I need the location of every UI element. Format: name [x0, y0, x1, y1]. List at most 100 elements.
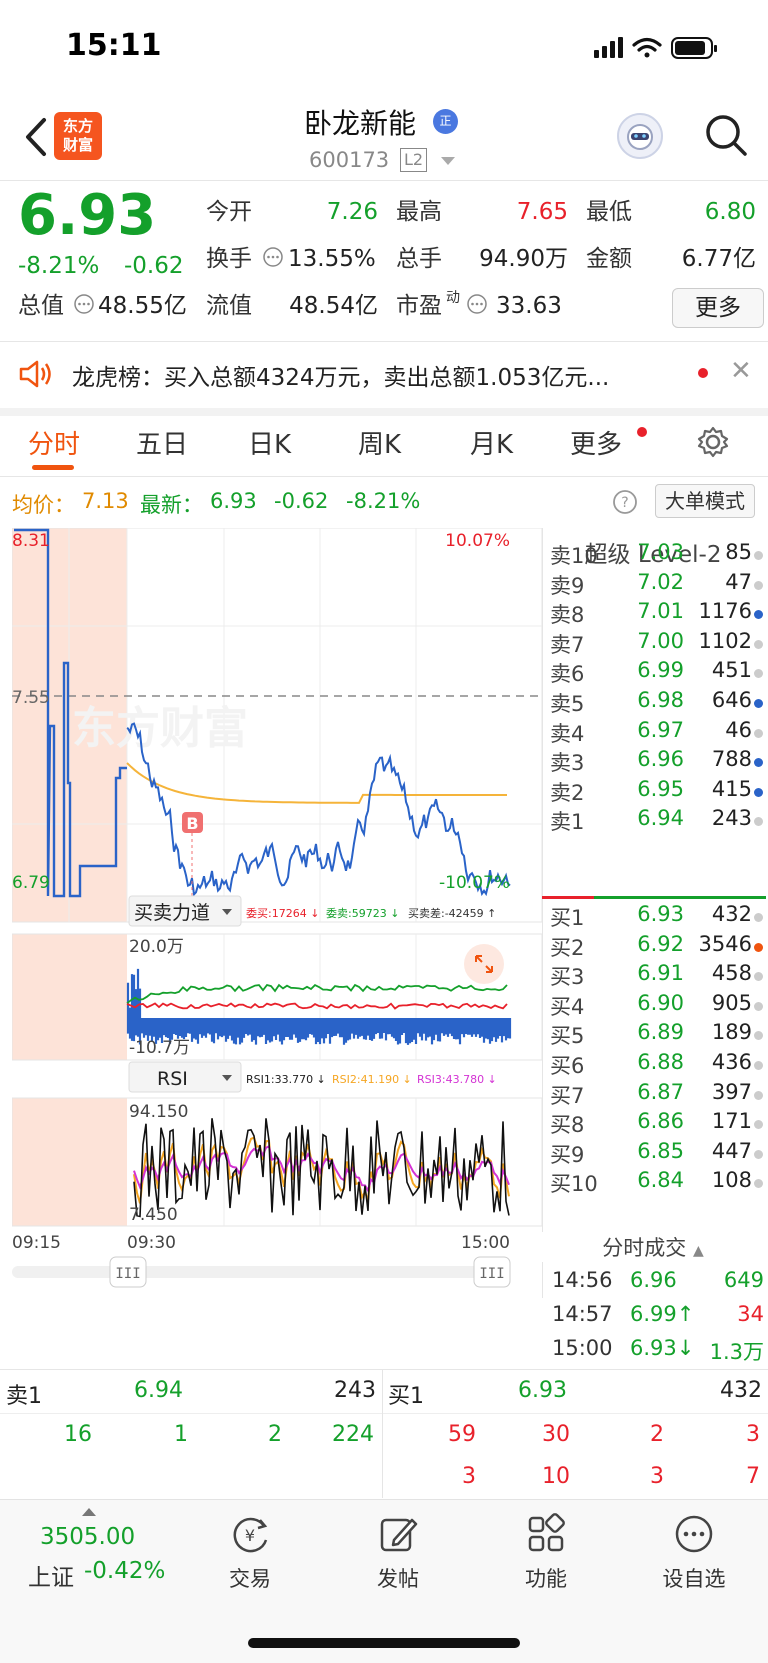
ask-level-name: 卖10: [550, 544, 598, 568]
stock-code: 600173: [309, 148, 390, 172]
trade-price: 6.93↓: [630, 1336, 695, 1360]
amount-value: 6.77亿: [681, 246, 756, 272]
ask-volume: 788: [711, 747, 752, 772]
bid-row[interactable]: 买5 6.89 189: [550, 1020, 764, 1051]
trades-title[interactable]: 分时成交 ▲: [542, 1232, 764, 1262]
settings-gear-icon[interactable]: [696, 425, 730, 459]
ask-row[interactable]: 卖4 6.97 46: [550, 718, 764, 749]
pct-top-label: 10.07%: [445, 531, 510, 551]
bid-row[interactable]: 买7 6.87 397: [550, 1080, 764, 1111]
caret-up-icon[interactable]: [82, 1508, 96, 1516]
ask-price: 6.95: [637, 776, 684, 801]
high-label: 最高: [396, 199, 442, 225]
chevron-down-icon[interactable]: [441, 157, 455, 165]
app-logo: 东方 财富: [54, 112, 102, 160]
open-label: 今开: [206, 199, 252, 225]
ask-indicator-dot: [754, 728, 763, 738]
bid-price: 6.92: [637, 931, 684, 956]
nav-function[interactable]: 功能: [486, 1512, 606, 1593]
high-value: 7.65: [516, 199, 568, 225]
bid-price: 6.84: [637, 1168, 684, 1193]
bid-row[interactable]: 买3 6.91 458: [550, 961, 764, 992]
bid-row[interactable]: 买10 6.84 108: [550, 1168, 764, 1199]
indicator2-selector[interactable]: RSI: [157, 1068, 188, 1090]
back-icon[interactable]: [18, 112, 54, 162]
index-name[interactable]: 上证: [28, 1558, 74, 1592]
latest-change-pct: -8.21%: [346, 489, 421, 513]
bid-row[interactable]: 买4 6.90 905: [550, 991, 764, 1022]
trade-time: 14:56: [552, 1268, 613, 1292]
bid-row[interactable]: 买8 6.86 171: [550, 1109, 764, 1140]
info-icon[interactable]: [73, 293, 95, 315]
buy-marker[interactable]: B: [186, 814, 198, 833]
info-icon[interactable]: [262, 246, 284, 268]
ind1-diff: 买卖差:-42459 ↑: [408, 906, 496, 920]
bid-volume: 189: [711, 1020, 752, 1045]
time-range-slider[interactable]: [12, 1266, 510, 1278]
bid-indicator-dot: [754, 1090, 763, 1100]
indicator1-selector[interactable]: 买卖力道: [134, 902, 210, 924]
ask-row[interactable]: 卖1 6.94 243: [550, 806, 764, 837]
bid-row[interactable]: 买1 6.93 432: [550, 902, 764, 933]
more-button[interactable]: 更多: [672, 288, 764, 328]
speaker-icon: [19, 360, 51, 388]
tab-5day[interactable]: 五日: [136, 424, 188, 461]
signal-icon: [594, 37, 623, 58]
ask-row[interactable]: 卖10 7.03 85: [550, 540, 764, 571]
trade-row[interactable]: 14:57 6.99↑ 34: [552, 1302, 764, 1335]
expand-icon[interactable]: [464, 944, 504, 984]
home-indicator[interactable]: [248, 1638, 520, 1648]
ask-volume: 415: [711, 776, 752, 801]
index-change[interactable]: -0.42%: [84, 1558, 165, 1584]
watermark: 东方财富: [72, 703, 248, 754]
ask-row[interactable]: 卖8 7.01 1176: [550, 599, 764, 630]
notice-text[interactable]: 龙虎榜：买入总额4324万元，卖出总额1.053亿元...: [72, 358, 609, 392]
assistant-avatar-icon[interactable]: [617, 113, 663, 159]
nav-add-watchlist[interactable]: 设自选: [634, 1512, 754, 1593]
bid-indicator-dot: [754, 1179, 763, 1189]
tab-week-k[interactable]: 周K: [358, 424, 401, 461]
ask-row[interactable]: 卖3 6.96 788: [550, 747, 764, 778]
bid-level-name: 买8: [550, 1113, 585, 1138]
search-icon[interactable]: [703, 112, 749, 158]
trade-icon: ¥: [233, 1517, 268, 1553]
bid-row[interactable]: 买6 6.88 436: [550, 1050, 764, 1081]
wifi-icon: [632, 37, 662, 58]
mktcap-label: 总值: [18, 293, 64, 319]
big-order-mode-button[interactable]: 大单模式: [655, 484, 755, 518]
tab-more[interactable]: 更多: [570, 424, 622, 461]
ask-volume: 1176: [698, 599, 752, 624]
trade-row[interactable]: 15:00 6.93↓ 1.3万: [552, 1336, 764, 1369]
nav-add-watchlist-label: 设自选: [662, 1567, 726, 1591]
float-value: 48.54亿: [289, 293, 378, 319]
tab-day-k[interactable]: 日K: [248, 424, 291, 461]
time-open-label: 09:30: [127, 1233, 176, 1253]
bid-row[interactable]: 买2 6.92 3546: [550, 932, 764, 963]
ask-row[interactable]: 卖6 6.99 451: [550, 658, 764, 689]
ask-row[interactable]: 卖7 7.00 1102: [550, 629, 764, 660]
bid-indicator-dot: [754, 1031, 763, 1041]
intraday-chart[interactable]: 东方财富 B 8.31 7.55 6.79 10.07% -10.07% 买卖力…: [12, 528, 542, 1298]
index-value[interactable]: 3505.00: [40, 1524, 135, 1550]
time-end-label: 15:00: [461, 1233, 510, 1253]
ask-row[interactable]: 卖2 6.95 415: [550, 777, 764, 808]
nav-trade[interactable]: ¥ 交易: [190, 1512, 310, 1593]
battery-icon: [671, 37, 717, 59]
ask-indicator-dot: [754, 669, 763, 679]
ask-row[interactable]: 卖5 6.98 646: [550, 688, 764, 719]
ask-indicator-dot: [754, 610, 763, 620]
bid-price: 6.90: [637, 990, 684, 1015]
ask-row[interactable]: 卖9 7.02 47: [550, 570, 764, 601]
queue-order: 3: [650, 1464, 664, 1489]
bid-price: 6.89: [637, 1020, 684, 1045]
close-icon[interactable]: ✕: [730, 356, 752, 386]
info-icon[interactable]: [466, 293, 488, 315]
help-icon[interactable]: ?: [612, 489, 638, 515]
turnover-value: 13.55%: [288, 246, 376, 272]
tab-month-k[interactable]: 月K: [470, 424, 513, 461]
trade-row[interactable]: 14:56 6.96 649: [552, 1268, 764, 1301]
bid-row[interactable]: 买9 6.85 447: [550, 1139, 764, 1170]
nav-post[interactable]: 发帖: [338, 1512, 458, 1593]
ind1-bottom-label: -10.7万: [129, 1038, 190, 1058]
tab-intraday[interactable]: 分时: [28, 424, 80, 461]
